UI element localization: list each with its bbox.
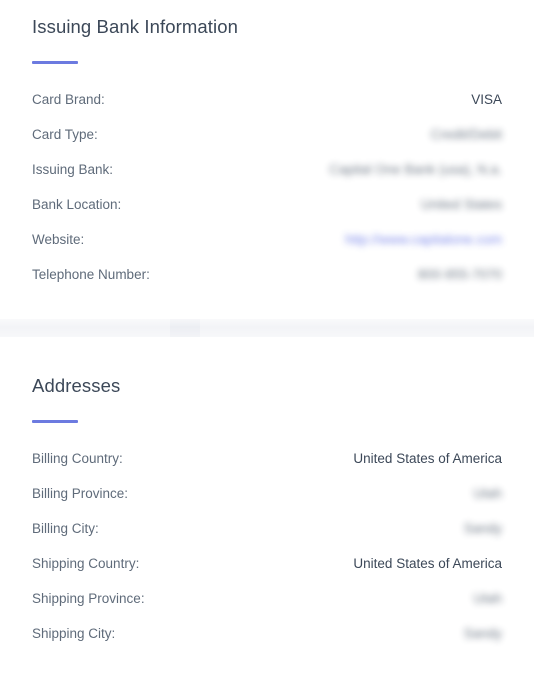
list-item: Telephone Number: 800-955-7070 [32,266,502,301]
telephone-number-label: Telephone Number: [32,267,150,282]
card-brand-value: VISA [471,92,502,107]
shipping-province-value: Utah [473,591,502,606]
list-item: Card Type: Credit/Debit [32,126,502,161]
list-item: Billing City: Sandy [32,520,502,555]
bank-location-value: United States [420,197,502,212]
card-type-label: Card Type: [32,127,98,142]
shipping-country-value: United States of America [353,556,502,571]
addresses-accent-bar [32,420,78,423]
billing-city-label: Billing City: [32,521,99,536]
website-link[interactable]: http://www.capitalone.com [333,231,502,249]
list-item: Card Brand: VISA [32,91,502,126]
issuing-bank-value: Capital One Bank (usa), N.a. [329,162,502,177]
page-title: Issuing Bank Information [32,16,239,37]
list-item: Shipping Country: United States of Ameri… [32,555,502,590]
shipping-province-label: Shipping Province: [32,591,145,606]
shipping-city-label: Shipping City: [32,626,116,641]
issuing-bank-field-list: Card Brand: VISA Card Type: Credit/Debit… [32,91,502,301]
shipping-city-value: Sandy [463,626,502,641]
billing-city-value: Sandy [463,521,502,536]
addresses-card: Addresses Billing Country: United States… [0,353,534,660]
card-brand-label: Card Brand: [32,92,105,107]
section-divider [0,301,534,353]
website-label: Website: [32,232,85,247]
addresses-field-list: Billing Country: United States of Americ… [32,450,502,660]
list-item: Website: http://www.capitalone.com [32,231,502,266]
billing-country-label: Billing Country: [32,451,123,466]
details-page: Issuing Bank Information Card Brand: VIS… [0,0,534,690]
telephone-number-value: 800-955-7070 [417,267,502,282]
billing-province-label: Billing Province: [32,486,129,501]
list-item: Billing Country: United States of Americ… [32,450,502,485]
list-item: Bank Location: United States [32,196,502,231]
list-item: Issuing Bank: Capital One Bank (usa), N.… [32,161,502,196]
shipping-country-label: Shipping Country: [32,556,140,571]
list-item: Shipping Province: Utah [32,590,502,625]
bank-location-label: Bank Location: [32,197,122,212]
title-accent-bar [32,61,78,64]
list-item: Shipping City: Sandy [32,625,502,660]
addresses-title: Addresses [32,375,121,396]
issuing-bank-information-card: Issuing Bank Information Card Brand: VIS… [0,0,534,301]
divider-band-shading [0,319,534,337]
card-type-value: Credit/Debit [430,127,502,142]
list-item: Billing Province: Utah [32,485,502,520]
billing-country-value: United States of America [353,451,502,466]
billing-province-value: Utah [473,486,502,501]
issuing-bank-label: Issuing Bank: [32,162,114,177]
